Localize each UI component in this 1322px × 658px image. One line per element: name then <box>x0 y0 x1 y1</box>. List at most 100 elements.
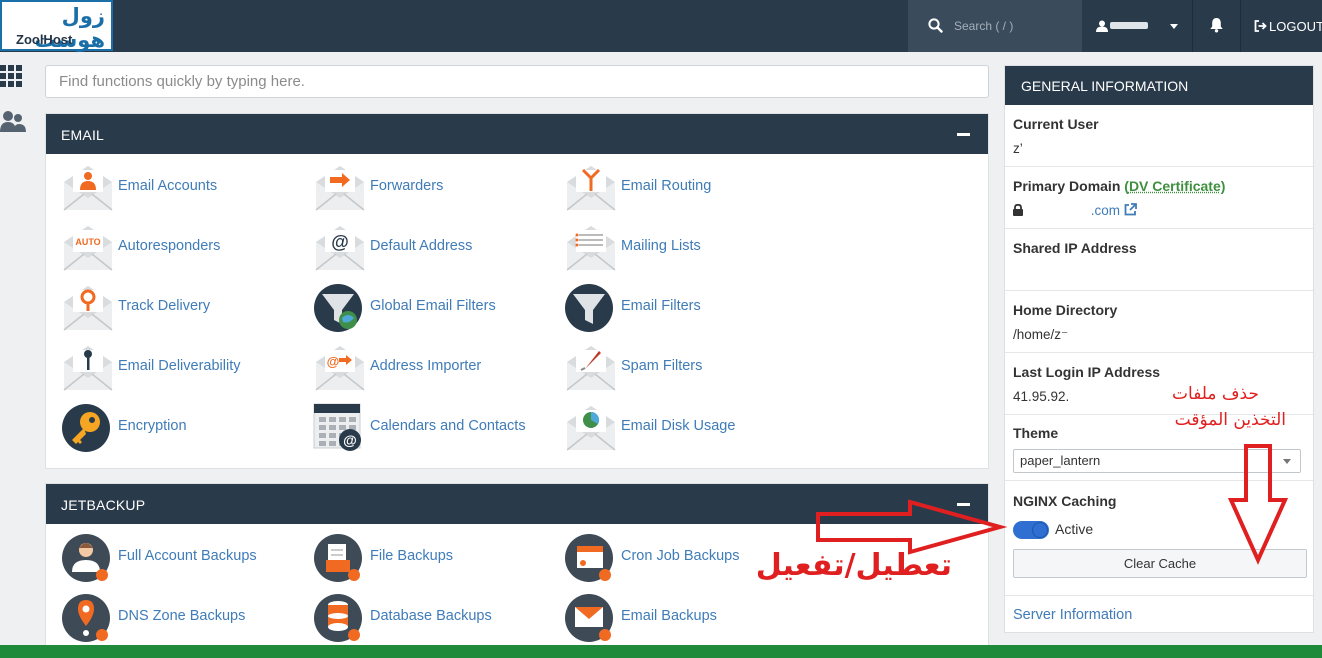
forwarders-link[interactable]: Forwarders <box>312 160 552 216</box>
apps-grid-icon[interactable] <box>0 65 24 89</box>
forwarders-icon <box>312 160 368 216</box>
nginx-caching-label: NGINX Caching <box>1013 493 1116 509</box>
chevron-down-icon <box>1170 24 1178 29</box>
default-address-link[interactable]: @ Default Address <box>312 220 552 276</box>
theme-select[interactable]: paper_lantern <box>1013 449 1301 473</box>
annotation-toggle-note: تعطيل/تفعيل <box>774 548 952 583</box>
dns-zone-backups-link[interactable]: DNS Zone Backups <box>60 590 300 646</box>
encryption-icon <box>60 400 116 456</box>
calendars-and-contacts-link[interactable]: @ Calendars and Contacts <box>312 400 552 456</box>
dns-zone-backups-icon <box>60 590 116 646</box>
server-information-link[interactable]: Server Information <box>1013 607 1132 623</box>
email-filters-label: Email Filters <box>621 298 701 314</box>
primary-domain-link[interactable]: .com <box>1091 203 1120 218</box>
autoresponders-link[interactable]: AUTO Autoresponders <box>60 220 300 276</box>
primary-domain-row: Primary Domain (DV Certificate) .com <box>1005 167 1313 229</box>
primary-domain-value-group: .com <box>1013 203 1137 218</box>
annotation-delete-cache-line2: التخذين المؤقت <box>1166 410 1286 430</box>
track-delivery-icon <box>60 280 116 336</box>
search-icon <box>928 18 943 33</box>
current-user-value: z’ <box>1013 141 1023 156</box>
top-search[interactable]: Search ( / ) <box>908 0 1082 52</box>
collapse-icon[interactable] <box>957 133 970 136</box>
top-bar: زول هوست ZoolHost Search ( / ) LOGOUT <box>0 0 1322 52</box>
spam-filters-link[interactable]: Spam Filters <box>563 340 803 396</box>
shared-ip-row: Shared IP Address <box>1005 229 1313 291</box>
users-icon[interactable] <box>0 110 26 134</box>
bottom-strip <box>0 645 1322 658</box>
dns-zone-backups-label: DNS Zone Backups <box>118 608 245 624</box>
email-disk-usage-icon <box>563 400 619 456</box>
nginx-caching-toggle[interactable] <box>1013 521 1049 539</box>
mailing-lists-link[interactable]: Mailing Lists <box>563 220 803 276</box>
address-importer-label: Address Importer <box>370 358 481 374</box>
annotation-delete-cache-line1: حذف ملفات <box>1166 384 1259 404</box>
email-disk-usage-link[interactable]: Email Disk Usage <box>563 400 803 456</box>
email-disk-usage-label: Email Disk Usage <box>621 418 735 434</box>
jetbackup-panel-title: JETBACKUP <box>61 497 145 513</box>
email-panel-header[interactable]: EMAIL <box>46 114 988 154</box>
spam-filters-icon <box>563 340 619 396</box>
email-deliverability-link[interactable]: Email Deliverability <box>60 340 300 396</box>
default-address-label: Default Address <box>370 238 472 254</box>
cron-job-backups-icon <box>563 530 619 586</box>
current-user-label: Current User <box>1013 116 1099 132</box>
global-email-filters-icon <box>312 280 368 336</box>
email-accounts-icon <box>60 160 116 216</box>
clear-cache-button[interactable]: Clear Cache <box>1013 549 1307 578</box>
shared-ip-label: Shared IP Address <box>1013 240 1137 256</box>
email-backups-link[interactable]: Email Backups <box>563 590 803 646</box>
last-login-label: Last Login IP Address <box>1013 364 1160 380</box>
find-functions-input[interactable] <box>45 65 989 98</box>
general-information-panel: GENERAL INFORMATION Current User z’ Prim… <box>1004 65 1314 633</box>
bell-icon <box>1209 17 1224 33</box>
user-icon <box>1096 20 1108 32</box>
logout-button[interactable]: LOGOUT <box>1240 0 1322 52</box>
lock-icon <box>1013 204 1023 216</box>
database-backups-link[interactable]: Database Backups <box>312 590 552 646</box>
svg-text:@: @ <box>327 354 340 369</box>
default-address-icon: @ <box>312 220 368 276</box>
email-backups-label: Email Backups <box>621 608 717 624</box>
address-importer-link[interactable]: @ Address Importer <box>312 340 552 396</box>
email-filters-icon <box>563 280 619 336</box>
home-directory-label: Home Directory <box>1013 302 1117 318</box>
logout-label: LOGOUT <box>1269 19 1322 34</box>
email-backups-icon <box>563 590 619 646</box>
user-menu[interactable] <box>1084 0 1192 52</box>
file-backups-label: File Backups <box>370 548 453 564</box>
email-routing-link[interactable]: Email Routing <box>563 160 803 216</box>
username-redacted <box>1110 22 1148 29</box>
general-information-header: GENERAL INFORMATION <box>1005 66 1313 105</box>
primary-domain-label: Primary Domain <box>1013 178 1120 194</box>
email-accounts-link[interactable]: Email Accounts <box>60 160 300 216</box>
email-deliverability-label: Email Deliverability <box>118 358 240 374</box>
email-accounts-label: Email Accounts <box>118 178 217 194</box>
full-account-backups-link[interactable]: Full Account Backups <box>60 530 300 586</box>
paren-close: ) <box>1221 178 1226 194</box>
autoresponders-icon: AUTO <box>60 220 116 276</box>
current-user-row: Current User z’ <box>1005 105 1313 167</box>
collapse-icon[interactable] <box>957 503 970 506</box>
mailing-lists-label: Mailing Lists <box>621 238 701 254</box>
chevron-down-icon <box>1283 459 1291 464</box>
email-filters-link[interactable]: Email Filters <box>563 280 803 336</box>
external-link-icon[interactable] <box>1124 203 1137 216</box>
notifications-button[interactable] <box>1192 0 1240 52</box>
dv-certificate-link[interactable]: DV Certificate <box>1129 178 1221 194</box>
address-importer-icon: @ <box>312 340 368 396</box>
theme-select-value: paper_lantern <box>1020 453 1100 468</box>
zoolhost-logo[interactable]: زول هوست ZoolHost <box>0 0 113 51</box>
encryption-link[interactable]: Encryption <box>60 400 300 456</box>
file-backups-link[interactable]: File Backups <box>312 530 552 586</box>
track-delivery-link[interactable]: Track Delivery <box>60 280 300 336</box>
nginx-caching-row: NGINX Caching Active Clear Cache <box>1005 481 1313 596</box>
logout-icon <box>1254 20 1267 32</box>
global-email-filters-link[interactable]: Global Email Filters <box>312 280 552 336</box>
svg-text:@: @ <box>343 432 357 448</box>
home-directory-row: Home Directory /home/z⁻ <box>1005 291 1313 353</box>
jetbackup-panel-header[interactable]: JETBACKUP <box>46 484 988 524</box>
email-deliverability-icon <box>60 340 116 396</box>
last-login-row: Last Login IP Address 41.95.92. <box>1005 353 1313 415</box>
theme-label: Theme <box>1013 425 1058 441</box>
